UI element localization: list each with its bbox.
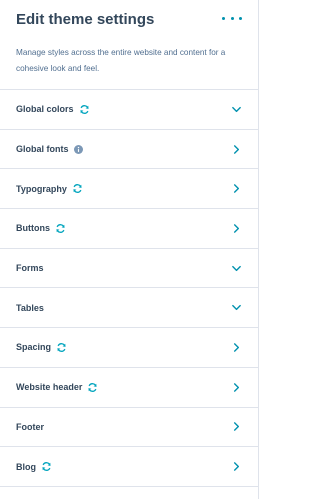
settings-item-global-colors[interactable]: Global colors <box>0 90 258 130</box>
settings-item-footer[interactable]: Footer <box>0 408 258 448</box>
settings-item-label: Footer <box>16 421 44 432</box>
settings-item-website-header[interactable]: Website header <box>0 368 258 408</box>
chevron-right-icon[interactable] <box>230 222 242 234</box>
chevron-right-icon[interactable] <box>230 341 242 353</box>
settings-list: Global colors Global fonts Typography Butto… <box>0 90 258 487</box>
settings-item-forms[interactable]: Forms <box>0 249 258 289</box>
sync-icon <box>79 104 90 115</box>
panel-description: Manage styles across the entire website … <box>16 48 226 73</box>
settings-item-spacing[interactable]: Spacing <box>0 328 258 368</box>
chevron-down-icon[interactable] <box>230 262 242 274</box>
settings-item-typography[interactable]: Typography <box>0 169 258 210</box>
settings-item-buttons[interactable]: Buttons <box>0 209 258 249</box>
sync-icon <box>56 342 67 353</box>
chevron-down-icon[interactable] <box>230 302 242 314</box>
settings-item-label: Forms <box>16 263 44 274</box>
sync-icon <box>87 382 98 393</box>
chevron-right-icon[interactable] <box>230 381 242 393</box>
settings-item-label: Spacing <box>16 342 52 353</box>
more-dot <box>239 16 242 20</box>
settings-item-label: Global fonts <box>16 144 69 155</box>
settings-item-global-fonts[interactable]: Global fonts <box>0 130 258 170</box>
settings-item-blog[interactable]: Blog <box>0 447 258 487</box>
settings-item-label: Buttons <box>16 223 50 234</box>
chevron-down-icon[interactable] <box>230 103 242 115</box>
settings-item-tables[interactable]: Tables <box>0 288 258 329</box>
panel-header: Edit theme settings Manage styles across… <box>0 0 258 90</box>
chevron-right-icon[interactable] <box>230 421 242 433</box>
page-title: Edit theme settings <box>16 11 155 28</box>
sync-icon <box>41 461 52 472</box>
settings-item-label: Website header <box>16 382 83 393</box>
settings-item-label: Global colors <box>16 104 74 115</box>
more-dot <box>222 16 225 20</box>
theme-settings-panel: Edit theme settings Manage styles across… <box>0 0 259 499</box>
chevron-right-icon[interactable] <box>230 143 242 155</box>
chevron-right-icon[interactable] <box>230 183 242 195</box>
more-dot <box>230 16 234 20</box>
settings-item-label: Blog <box>16 461 36 472</box>
settings-item-label: Tables <box>16 302 44 313</box>
more-options-icon[interactable] <box>222 10 242 26</box>
info-icon <box>73 144 83 154</box>
settings-item-label: Typography <box>16 183 67 194</box>
sync-icon <box>72 183 83 194</box>
chevron-right-icon[interactable] <box>230 461 242 473</box>
sync-icon <box>55 223 66 234</box>
